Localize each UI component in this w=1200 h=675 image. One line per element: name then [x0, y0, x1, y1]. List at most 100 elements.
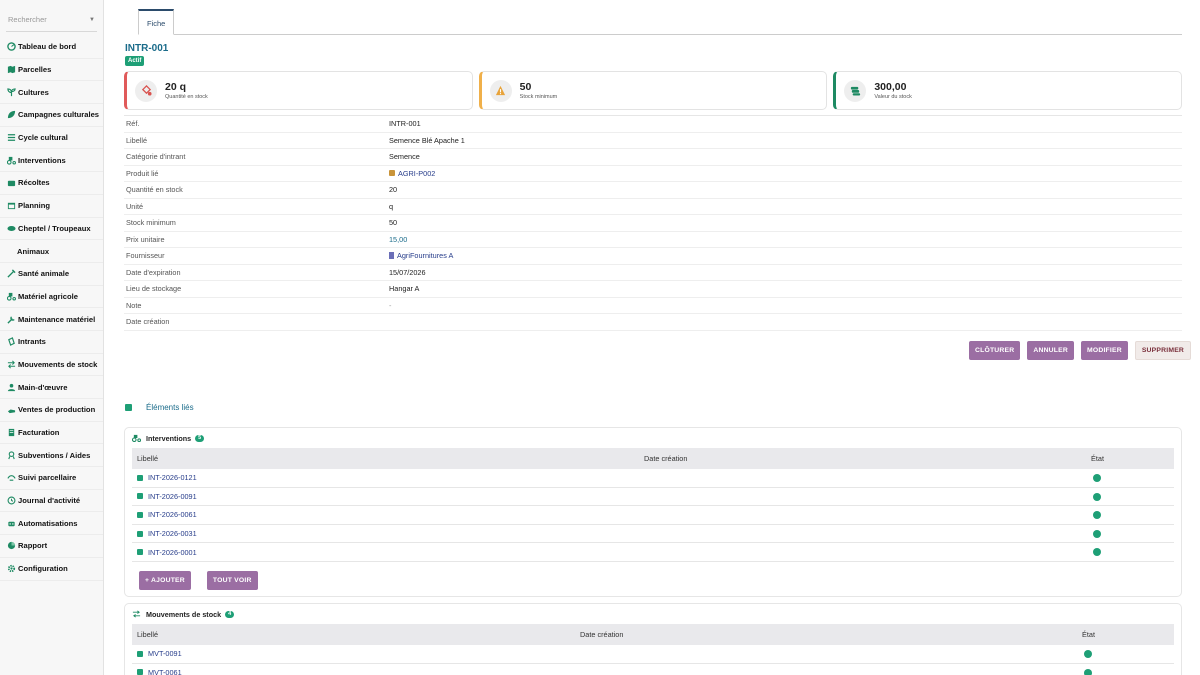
row-link[interactable]: MVT-0091	[137, 649, 182, 658]
status-dot	[1084, 650, 1092, 658]
record-icon	[137, 650, 143, 657]
warning-icon	[489, 79, 512, 102]
leaf-icon	[7, 110, 16, 119]
card-actions: + AJOUTER TOUT VOIR	[125, 562, 1181, 596]
low-stock-icon	[135, 79, 157, 102]
row-ref: INT-2026-0031	[148, 529, 197, 539]
row-ref: MVT-0091	[148, 649, 182, 659]
tractor-icon	[7, 292, 16, 301]
sidebar-item-automatisations[interactable]: Automatisations	[0, 512, 103, 536]
sidebar-item-intrants[interactable]: Intrants	[0, 331, 103, 354]
detail-value: Semence Blé Apache 1	[389, 135, 465, 145]
kpi-value: 50	[519, 81, 532, 93]
row-link[interactable]: MVT-0061	[137, 668, 182, 675]
sidebar-item-label: Intrants	[18, 337, 46, 347]
detail-row: Prix unitaire 15,00	[124, 232, 1182, 248]
sidebar-item-label: Cultures	[18, 87, 49, 97]
record-icon	[137, 669, 143, 675]
close-record-button[interactable]: CLÔTURER	[969, 341, 1021, 360]
detail-row: Unité q	[124, 199, 1182, 215]
column-header-label[interactable]: Libellé	[137, 630, 158, 639]
sidebar-item-configuration[interactable]: Configuration	[0, 558, 103, 581]
detail-row: Stock minimum 50	[124, 215, 1182, 232]
sidebar-item-interventions[interactable]: Interventions	[0, 149, 103, 173]
row-link[interactable]: INT-2026-0061	[137, 510, 197, 519]
row-link[interactable]: INT-2026-0001	[137, 548, 197, 557]
count-badge: 5	[195, 434, 205, 442]
table-header: Libellé Date création État	[132, 448, 1174, 469]
sidebar-item-rapport[interactable]: Rapport	[0, 535, 103, 558]
detail-label: Date d'expiration	[126, 267, 181, 277]
sidebar-item-maintenance-materiel[interactable]: Maintenance matériel	[0, 308, 103, 331]
detail-row: Date création	[124, 314, 1182, 331]
link-icon	[125, 404, 132, 411]
sidebar-item-animaux[interactable]: Animaux	[0, 240, 103, 263]
edit-button[interactable]: MODIFIER	[1081, 341, 1128, 360]
record-icon	[137, 530, 143, 537]
sidebar-item-subventions-aides[interactable]: Subventions / Aides	[0, 444, 103, 468]
sidebar-item-cycle-cultural[interactable]: Cycle cultural	[0, 127, 103, 150]
add-intervention-button[interactable]: + AJOUTER	[139, 570, 191, 590]
sidebar-item-cultures[interactable]: Cultures	[0, 81, 103, 105]
detail-value: Hangar A	[389, 284, 420, 294]
sidebar-item-tableau-de-bord[interactable]: Tableau de bord	[0, 36, 103, 59]
detail-value: 15/07/2026	[389, 267, 426, 277]
sidebar-item-sante-animale[interactable]: Santé animale	[0, 263, 103, 286]
sidebar-item-recoltes[interactable]: Récoltes	[0, 172, 103, 195]
row-ref: INT-2026-0001	[148, 547, 197, 557]
row-link[interactable]: INT-2026-0091	[137, 492, 197, 501]
search-input[interactable]: Rechercher ▼	[6, 8, 97, 32]
robot-icon	[7, 519, 16, 528]
cancel-button[interactable]: ANNULER	[1027, 341, 1074, 360]
column-header-state[interactable]: État	[1091, 454, 1104, 463]
sidebar-item-label: Cycle cultural	[18, 133, 68, 143]
detail-row: Produit lié AGRI-P002	[124, 166, 1182, 182]
linked-product-link[interactable]: AGRI-P002	[389, 169, 435, 178]
sidebar-item-mouvements-de-stock[interactable]: Mouvements de stock	[0, 354, 103, 377]
table-row: MVT-0061	[132, 664, 1174, 675]
page-title: INTR-001	[125, 43, 169, 54]
supplier-link[interactable]: AgriFournitures A	[389, 251, 453, 260]
sidebar-item-campagnes-culturales[interactable]: Campagnes culturales	[0, 104, 103, 127]
row-link[interactable]: INT-2026-0031	[137, 529, 197, 538]
tab-fiche[interactable]: Fiche	[138, 9, 175, 35]
award-icon	[7, 451, 16, 460]
see-all-button[interactable]: TOUT VOIR	[206, 570, 258, 590]
table-row: INT-2026-0091	[132, 488, 1174, 507]
sidebar-item-suivi-parcellaire[interactable]: Suivi parcellaire	[0, 467, 103, 490]
detail-label: Quantité en stock	[126, 185, 183, 195]
detail-label: Libellé	[126, 135, 148, 145]
sidebar-item-materiel-agricole[interactable]: Matériel agricole	[0, 286, 103, 309]
detail-label: Prix unitaire	[126, 234, 165, 244]
wrench-icon	[7, 315, 16, 324]
sidebar-item-facturation[interactable]: Facturation	[0, 422, 103, 445]
detail-row: Réf. INTR-001	[124, 116, 1182, 133]
sidebar-item-journal-d-activite[interactable]: Journal d'activité	[0, 490, 103, 513]
sidebar-item-ventes-de-production[interactable]: Ventes de production	[0, 399, 103, 422]
sidebar-item-label: Santé animale	[18, 269, 70, 279]
column-header-date[interactable]: Date création	[644, 454, 687, 463]
interventions-card: Interventions 5 Libellé Date création Ét…	[124, 427, 1182, 597]
kpi-value: 300,00	[874, 81, 907, 93]
column-header-state[interactable]: État	[1082, 630, 1095, 639]
table-row: INT-2026-0061	[132, 506, 1174, 525]
column-header-date[interactable]: Date création	[580, 630, 623, 639]
sidebar-item-cheptel-troupeaux[interactable]: Cheptel / Troupeaux	[0, 218, 103, 241]
sidebar-item-label: Suivi parcellaire	[18, 473, 77, 483]
sidebar-item-label: Journal d'activité	[18, 496, 81, 506]
column-header-label[interactable]: Libellé	[137, 454, 158, 463]
detail-label: Catégorie d'intrant	[126, 152, 186, 162]
stock-movements-card: Mouvements de stock 4 Libellé Date créat…	[124, 603, 1182, 675]
detail-value: Semence	[389, 152, 420, 162]
row-link[interactable]: INT-2026-0121	[137, 473, 197, 482]
kpi-stock-quantity: 20 q Quantité en stock	[124, 71, 473, 110]
delete-button[interactable]: SUPPRIMER	[1134, 341, 1192, 360]
card-header: Mouvements de stock 4	[125, 604, 1181, 624]
sidebar-item-planning[interactable]: Planning	[0, 195, 103, 218]
row-ref: INT-2026-0061	[148, 510, 197, 520]
cow-icon	[7, 224, 16, 233]
sidebar-item-parcelles[interactable]: Parcelles	[0, 59, 103, 82]
table-body: INT-2026-0121 INT-2026-0091 INT-2026-0061 I…	[132, 469, 1174, 562]
sidebar-item-main-d-uvre[interactable]: Main-d'œuvre	[0, 376, 103, 399]
tab-bar: Fiche	[138, 9, 1182, 35]
